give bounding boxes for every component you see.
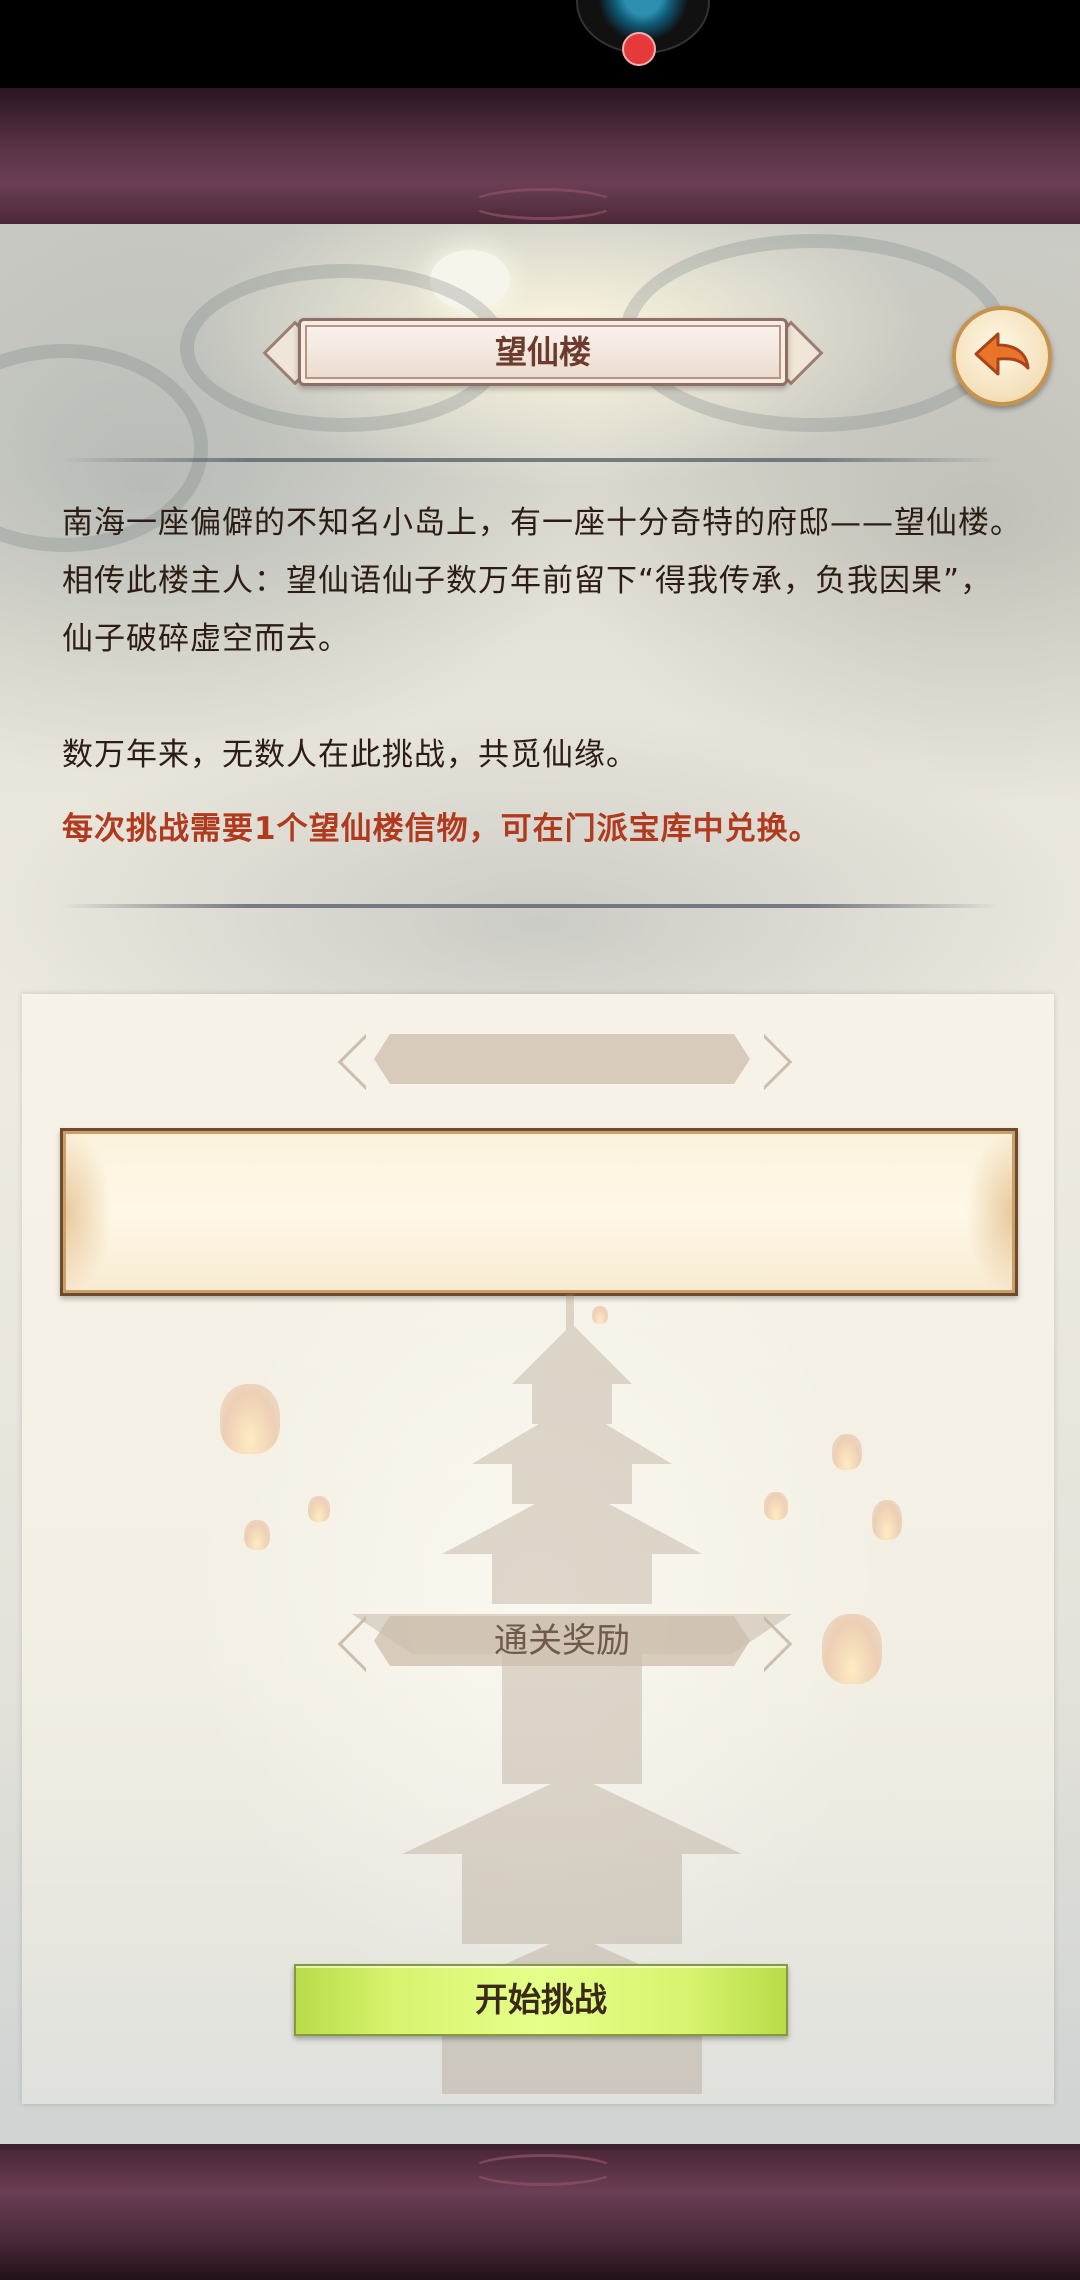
challenge-cost-note: 每次挑战需要1个望仙楼信物，可在门派宝库中兑换。: [62, 811, 821, 847]
lantern-icon: [220, 1384, 280, 1454]
lantern-icon: [592, 1306, 608, 1324]
description: 南海一座偏僻的不知名小岛上，有一座十分奇特的府邸——望仙楼。相传此楼主人：望仙语…: [62, 494, 1022, 858]
ribbon-right-tip-icon: [735, 1033, 793, 1091]
status-bar: [0, 0, 1080, 88]
lantern-icon: [244, 1520, 270, 1550]
frame-ornament-icon: [470, 2154, 616, 2186]
frame-ornament-icon: [470, 188, 616, 220]
back-button[interactable]: [952, 306, 1052, 406]
back-arrow-icon: [974, 332, 1030, 376]
rewards-ribbon: 通关奖励: [337, 1615, 793, 1673]
lantern-icon: [764, 1492, 788, 1520]
page-title: 望仙楼: [298, 318, 788, 386]
challenge-card: 通关奖励: [22, 994, 1054, 2104]
stage-info-scroll: [60, 1128, 1018, 1296]
divider: [60, 904, 1000, 908]
lantern-icon: [832, 1434, 862, 1470]
description-paragraph-2: 数万年来，无数人在此挑战，共觅仙缘。: [62, 737, 638, 773]
notification-dot-icon: [622, 32, 656, 66]
start-challenge-button[interactable]: 开始挑战: [294, 1964, 788, 2036]
divider: [60, 458, 1000, 462]
game-screen: 望仙楼 南海一座偏僻的不知名小岛上，有一座十分奇特的府邸——望仙楼。相传此楼主人…: [0, 0, 1080, 2280]
top-frame: [0, 88, 1080, 230]
title-banner: 望仙楼: [262, 318, 824, 386]
stage-ribbon-label: [374, 1034, 750, 1084]
lantern-icon: [308, 1496, 330, 1522]
lantern-icon: [872, 1500, 902, 1540]
stage-ribbon: [337, 1033, 793, 1091]
description-paragraph-1: 南海一座偏僻的不知名小岛上，有一座十分奇特的府邸——望仙楼。相传此楼主人：望仙语…: [62, 505, 1022, 657]
bottom-frame: [0, 2144, 1080, 2280]
rewards-title: 通关奖励: [374, 1616, 750, 1666]
lantern-icon: [822, 1614, 882, 1684]
